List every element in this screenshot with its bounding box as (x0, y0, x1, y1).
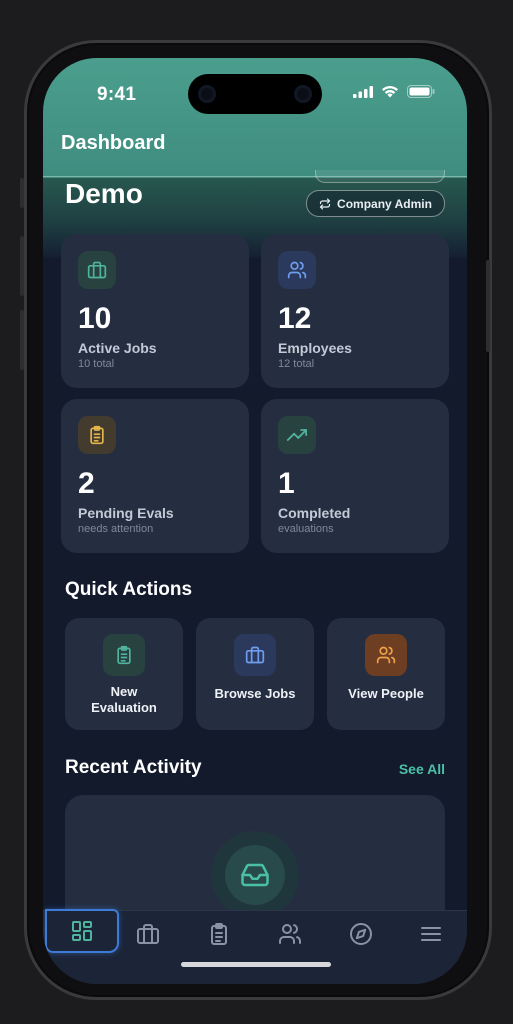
signal-icon (353, 85, 373, 98)
stat-value: 10 (78, 302, 112, 335)
users-icon (279, 924, 301, 944)
stat-label: Pending Evals (78, 505, 174, 521)
status-time: 9:41 (97, 84, 137, 105)
qa-label: New Evaluation (65, 684, 183, 716)
briefcase-icon (87, 261, 107, 279)
qa-label: Browse Jobs (196, 686, 314, 702)
company-name: Demo (65, 178, 143, 209)
nav-title: Dashboard (61, 132, 166, 154)
dashboard-icon (72, 921, 92, 941)
tab-dashboard[interactable] (45, 909, 119, 953)
stat-icon-box (278, 416, 316, 454)
new-evaluation-button[interactable]: New Evaluation (65, 618, 183, 730)
swap-icon (319, 197, 331, 210)
clipboard-icon (211, 923, 227, 945)
sensor-icon (198, 85, 216, 103)
role-switch-button[interactable]: Company Admin (306, 190, 445, 217)
menu-icon (421, 927, 441, 941)
tab-jobs[interactable] (126, 917, 170, 951)
quick-actions-title: Quick Actions (65, 579, 193, 600)
stat-card-pending-evals[interactable]: 2 Pending Evals needs attention (61, 399, 249, 553)
stat-icon-box (78, 251, 116, 289)
empty-state-inner (225, 845, 285, 905)
tab-evaluations[interactable] (197, 917, 241, 951)
users-icon (376, 646, 396, 664)
see-all-link[interactable]: See All (399, 761, 445, 777)
power-button (486, 260, 490, 352)
stat-card-active-jobs[interactable]: 10 Active Jobs 10 total (61, 234, 249, 388)
browse-jobs-button[interactable]: Browse Jobs (196, 618, 314, 730)
status-bar: 9:41 (43, 58, 467, 130)
hidden-pill (315, 170, 445, 183)
status-icons (353, 85, 435, 98)
compass-icon (350, 923, 372, 945)
stat-card-completed[interactable]: 1 Completed evaluations (261, 399, 449, 553)
clipboard-icon (90, 425, 104, 445)
briefcase-icon (137, 924, 159, 944)
wifi-icon (382, 86, 398, 98)
clipboard-icon (117, 645, 131, 665)
stat-subtext: evaluations (278, 523, 334, 535)
stat-subtext: needs attention (78, 523, 154, 535)
stat-value: 2 (78, 467, 95, 500)
users-icon (287, 261, 307, 279)
qa-icon-box (365, 634, 407, 676)
home-indicator (181, 962, 331, 967)
stat-subtext: 10 total (78, 358, 115, 370)
battery-icon (407, 85, 435, 98)
qa-label: View People (327, 686, 445, 702)
stat-label: Completed (278, 505, 351, 521)
role-label: Company Admin (337, 196, 432, 211)
volume-down-button (20, 310, 24, 370)
dynamic-island (188, 74, 322, 114)
tab-menu[interactable] (409, 917, 453, 951)
qa-icon-box (103, 634, 145, 676)
stat-label: Active Jobs (78, 340, 157, 356)
qa-label-line: Browse Jobs (214, 686, 296, 701)
qa-label-line: New (110, 684, 138, 699)
trending-up-icon (287, 429, 307, 441)
stat-icon-box (78, 416, 116, 454)
stat-value: 1 (278, 467, 295, 500)
view-people-button[interactable]: View People (327, 618, 445, 730)
volume-up-button (20, 236, 24, 296)
qa-icon-box (234, 634, 276, 676)
stat-value: 12 (278, 302, 312, 335)
stat-icon-box (278, 251, 316, 289)
tab-people[interactable] (268, 917, 312, 951)
recent-activity-title: Recent Activity (65, 757, 202, 778)
action-button (20, 178, 24, 208)
stat-card-employees[interactable]: 12 Employees 12 total (261, 234, 449, 388)
qa-label-line: Evaluation (91, 700, 157, 715)
empty-state-badge (211, 831, 299, 919)
inbox-icon (241, 863, 269, 887)
briefcase-icon (245, 646, 265, 664)
tab-explore[interactable] (339, 917, 383, 951)
stat-label: Employees (278, 340, 352, 356)
app-screen: 9:41 Dashboard Demo Company Admin 10 Act… (43, 58, 467, 984)
camera-icon (294, 85, 312, 103)
stat-subtext: 12 total (278, 358, 315, 370)
tab-bar (43, 909, 467, 984)
qa-label-line: View People (348, 686, 424, 701)
